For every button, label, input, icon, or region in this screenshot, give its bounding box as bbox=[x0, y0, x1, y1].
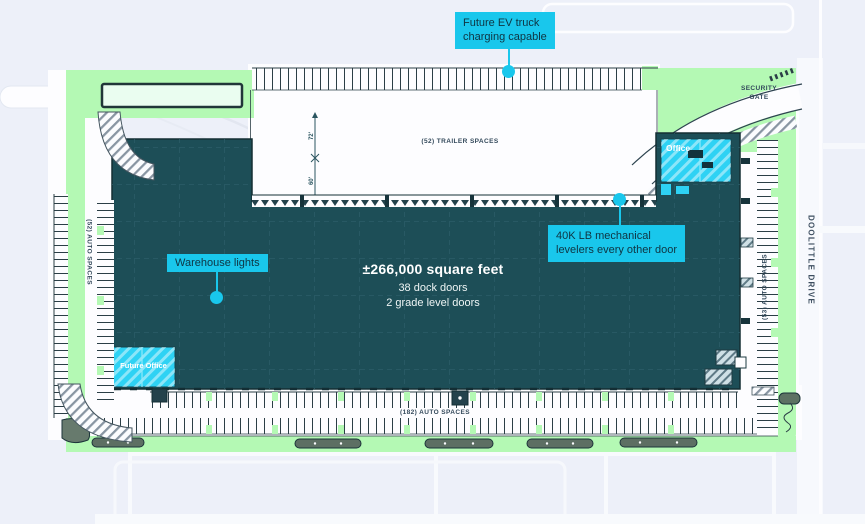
retention-basin bbox=[102, 84, 242, 107]
grade-doors-count: 2 grade level doors bbox=[321, 296, 545, 311]
dimension-upper-label: 72' bbox=[309, 132, 315, 140]
callout-ev-leader bbox=[508, 46, 510, 66]
callout-warehouse-lights[interactable]: Warehouse lights bbox=[167, 254, 268, 272]
callout-ev-charging[interactable]: Future EV truck charging capable bbox=[455, 12, 555, 49]
callout-levelers-dot[interactable] bbox=[613, 193, 626, 206]
building-stats: ±266,000 square feet 38 dock doors 2 gra… bbox=[321, 261, 545, 311]
callout-lights-label: Warehouse lights bbox=[175, 256, 260, 270]
dock-doors-count: 38 dock doors bbox=[321, 281, 545, 296]
callout-levelers-line2: levelers every other door bbox=[556, 243, 677, 257]
security-gate-label: SECURITY GATE bbox=[736, 85, 782, 103]
callout-levelers-line1: 40K LB mechanical bbox=[556, 229, 677, 243]
office-label: Office bbox=[666, 143, 690, 153]
monument-sign bbox=[779, 393, 800, 404]
auto-spaces-south-label: (182) AUTO SPACES bbox=[385, 409, 485, 416]
callout-levelers-leader bbox=[619, 206, 621, 226]
callout-ev-line2: charging capable bbox=[463, 30, 547, 44]
callout-ev-line1: Future EV truck bbox=[463, 16, 547, 30]
callout-levelers[interactable]: 40K LB mechanical levelers every other d… bbox=[548, 225, 685, 262]
callout-lights-leader bbox=[216, 272, 218, 292]
future-office-label: Future Office bbox=[112, 361, 175, 370]
street-name-label: DOOLITTLE DRIVE bbox=[807, 215, 816, 305]
trailer-spaces-label: (52) TRAILER SPACES bbox=[410, 138, 510, 145]
auto-spaces-west-label: (52) AUTO SPACES bbox=[86, 219, 93, 285]
auto-spaces-east-label: (53) AUTO SPACES bbox=[762, 254, 769, 320]
callout-lights-dot[interactable] bbox=[210, 291, 223, 304]
dimension-lower-label: 60' bbox=[309, 177, 315, 185]
building-area: ±266,000 square feet bbox=[321, 261, 545, 277]
callout-ev-dot[interactable] bbox=[502, 65, 515, 78]
site-plan: (52) TRAILER SPACES SECURITY GATE (182) … bbox=[0, 0, 865, 524]
